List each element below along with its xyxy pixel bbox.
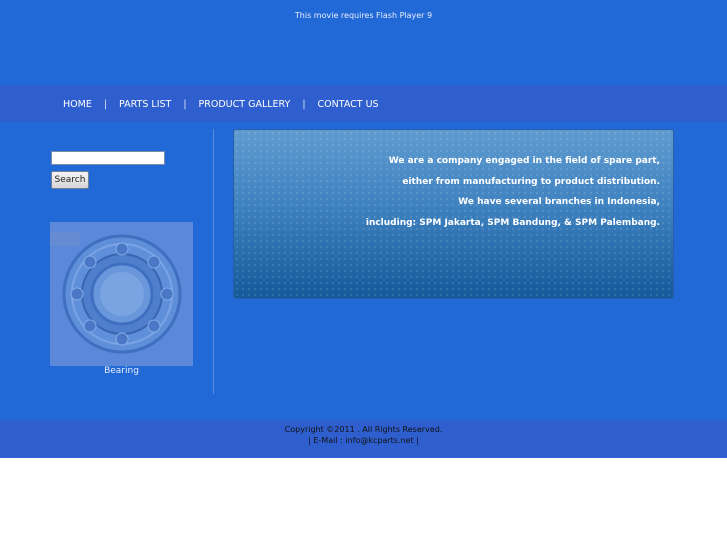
- intro-line: We are a company engaged in the field of…: [388, 156, 660, 166]
- search-input[interactable]: [51, 151, 165, 165]
- product-caption[interactable]: Bearing: [50, 366, 193, 376]
- nav-parts-list-link[interactable]: PARTS LIST: [119, 99, 171, 110]
- contact-email-text: | E-Mail : info@kcparts.net |: [308, 436, 419, 445]
- footer: Copyright ©2011 . All Rights Reserved. |…: [0, 424, 727, 446]
- intro-line: either from manufacturing to product dis…: [402, 176, 660, 187]
- main-nav: HOME | PARTS LIST | PRODUCT GALLERY | CO…: [63, 98, 379, 110]
- copyright-text: Copyright ©2011 . All Rights Reserved.: [284, 425, 443, 434]
- company-intro-panel: We are a company engaged in the field of…: [233, 129, 674, 299]
- nav-separator: |: [302, 98, 306, 110]
- intro-line: We have several branches in Indonesia,: [458, 197, 660, 207]
- bearing-image-icon: [50, 222, 193, 366]
- nav-separator: |: [103, 98, 108, 110]
- column-divider: [213, 129, 214, 394]
- search-button[interactable]: Search: [51, 171, 89, 189]
- product-image-bearing[interactable]: [50, 222, 193, 366]
- intro-line: including: SPM Jakarta, SPM Bandung, & S…: [365, 217, 660, 228]
- nav-separator: |: [183, 98, 187, 110]
- nav-home-link[interactable]: HOME: [63, 99, 92, 110]
- nav-product-gallery-link[interactable]: PRODUCT GALLERY: [199, 99, 291, 110]
- nav-contact-us-link[interactable]: CONTACT US: [318, 99, 379, 110]
- flash-player-notice: This movie requires Flash Player 9: [294, 11, 433, 20]
- company-intro-text: We are a company engaged in the field of…: [366, 151, 660, 233]
